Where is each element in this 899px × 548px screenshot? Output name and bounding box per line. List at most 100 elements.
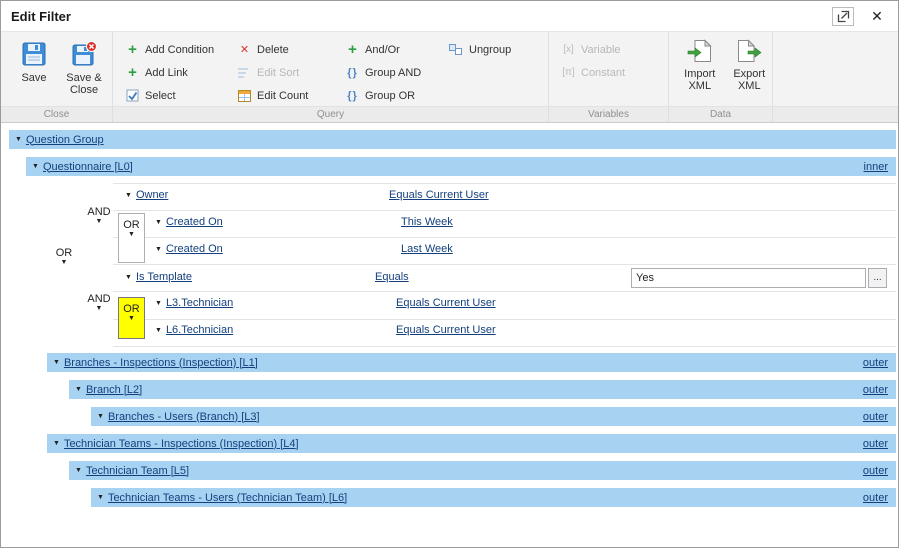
group1-operator-and[interactable]: AND ▼ (84, 206, 114, 226)
edit-count-button[interactable]: Edit Count (233, 86, 341, 105)
tree-node-link[interactable]: Technician Team [L5] (86, 465, 189, 477)
group-or-label: Group OR (365, 90, 415, 102)
condition-field-l3-technician[interactable]: ▼ L3.Technician (155, 297, 233, 309)
add-link-label: Add Link (145, 67, 188, 79)
delete-button[interactable]: ✕ Delete (233, 40, 341, 59)
group-label-query: Query (113, 106, 548, 122)
tree-row-branch-l2[interactable]: ▼ Branch [L2] outer (69, 380, 896, 399)
caret-down-icon: ▼ (96, 305, 103, 313)
condition-value-link[interactable]: Equals Current User (389, 189, 489, 201)
group2-inner-operator-or-selected[interactable]: OR ▼ (118, 297, 145, 339)
caret-down-icon[interactable]: ▼ (155, 327, 162, 334)
condition-operator-link[interactable]: Equals (375, 271, 409, 283)
tree-row-technician-teams-users-l6[interactable]: ▼ Technician Teams - Users (Technician T… (91, 488, 896, 507)
join-type-link[interactable]: inner (864, 161, 888, 173)
operator-label: OR (56, 247, 73, 259)
condition-field-link[interactable]: Owner (136, 189, 168, 201)
export-xml-button[interactable]: Export XML (727, 36, 773, 106)
condition-field-link[interactable]: Is Template (136, 271, 192, 283)
caret-down-icon[interactable]: ▼ (155, 246, 162, 253)
caret-down-icon[interactable]: ▼ (97, 494, 104, 501)
condition-value-link[interactable]: Equals Current User (396, 297, 496, 309)
export-xml-icon (736, 39, 762, 66)
caret-down-icon[interactable]: ▼ (97, 413, 104, 420)
condition-field-link[interactable]: L3.Technician (166, 297, 233, 309)
tree-row-branches-users-l3[interactable]: ▼ Branches - Users (Branch) [L3] outer (91, 407, 896, 426)
group1-inner-operator-or[interactable]: OR ▼ (118, 213, 145, 263)
condition-field-link[interactable]: Created On (166, 243, 223, 255)
add-condition-button[interactable]: + Add Condition (121, 40, 233, 59)
row-divider (113, 346, 896, 347)
save-button[interactable]: Save (11, 38, 57, 106)
ribbon: Save Save & Close (1, 31, 898, 123)
ribbon-group-variables: [x] Variable [π] Constant Variables (549, 32, 669, 122)
join-type-link[interactable]: outer (863, 492, 888, 504)
group-and-button[interactable]: {} Group AND (341, 63, 445, 82)
caret-down-icon[interactable]: ▼ (53, 359, 60, 366)
condition-field-link[interactable]: L6.Technician (166, 324, 233, 336)
caret-down-icon[interactable]: ▼ (75, 386, 82, 393)
condition-field-is-template[interactable]: ▼ Is Template (125, 271, 192, 283)
query-column-2: ✕ Delete Edit Sort (233, 40, 341, 106)
tree-node-link[interactable]: Branches - Inspections (Inspection) [L1] (64, 357, 258, 369)
tree-node-link[interactable]: Branches - Users (Branch) [L3] (108, 411, 260, 423)
condition-field-l6-technician[interactable]: ▼ L6.Technician (155, 324, 233, 336)
row-divider (113, 291, 896, 292)
tree-row-technician-teams-inspections-l4[interactable]: ▼ Technician Teams - Inspections (Inspec… (47, 434, 896, 453)
save-and-close-button[interactable]: Save & Close (61, 38, 107, 106)
tree-row-question-group[interactable]: ▼ Question Group (9, 130, 896, 149)
variable-button: [x] Variable (557, 40, 668, 59)
operator-label: OR (123, 219, 140, 231)
caret-down-icon[interactable]: ▼ (15, 136, 22, 143)
condition-value-link[interactable]: Equals Current User (396, 324, 496, 336)
tree-node-link[interactable]: Questionnaire [L0] (43, 161, 133, 173)
condition-field-link[interactable]: Created On (166, 216, 223, 228)
caret-down-icon[interactable]: ▼ (75, 467, 82, 474)
restore-icon (837, 10, 850, 23)
constant-icon: [π] (561, 67, 576, 78)
caret-down-icon[interactable]: ▼ (125, 274, 132, 281)
caret-down-icon[interactable]: ▼ (155, 219, 162, 226)
join-type-link[interactable]: outer (863, 438, 888, 450)
root-operator-or[interactable]: OR ▼ (49, 247, 79, 267)
tree-node-link[interactable]: Technician Teams - Users (Technician Tea… (108, 492, 347, 504)
caret-down-icon[interactable]: ▼ (32, 163, 39, 170)
import-xml-button[interactable]: Import XML (677, 36, 723, 106)
query-column-1: + Add Condition + Add Link (121, 40, 233, 106)
group-or-button[interactable]: {} Group OR (341, 86, 445, 105)
sort-icon (237, 67, 252, 79)
group2-operator-and[interactable]: AND ▼ (84, 293, 114, 313)
caret-down-icon: ▼ (61, 259, 68, 267)
join-type-link[interactable]: outer (863, 357, 888, 369)
condition-value-link[interactable]: Last Week (401, 243, 453, 255)
ungroup-button[interactable]: Ungroup (445, 40, 541, 59)
caret-down-icon[interactable]: ▼ (155, 300, 162, 307)
condition-field-created-on-1[interactable]: ▼ Created On (155, 216, 223, 228)
tree-row-branches-inspections-l1[interactable]: ▼ Branches - Inspections (Inspection) [L… (47, 353, 896, 372)
select-button[interactable]: Select (121, 86, 233, 105)
join-type-link[interactable]: outer (863, 411, 888, 423)
tree-row-questionnaire-l0[interactable]: ▼ Questionnaire [L0] inner (26, 157, 896, 176)
window-title: Edit Filter (11, 9, 832, 24)
maximize-restore-button[interactable] (832, 7, 854, 26)
join-type-link[interactable]: outer (863, 384, 888, 396)
more-options-button[interactable]: ... (868, 268, 887, 288)
tree-node-link[interactable]: Branch [L2] (86, 384, 142, 396)
tree-row-technician-team-l5[interactable]: ▼ Technician Team [L5] outer (69, 461, 896, 480)
caret-down-icon[interactable]: ▼ (53, 440, 60, 447)
join-type-link[interactable]: outer (863, 465, 888, 477)
close-button[interactable]: ✕ (866, 7, 888, 26)
caret-down-icon[interactable]: ▼ (125, 192, 132, 199)
save-and-close-icon (71, 41, 97, 70)
condition-value-link[interactable]: This Week (401, 216, 453, 228)
and-or-button[interactable]: + And/Or (341, 40, 445, 59)
ungroup-icon (449, 44, 464, 56)
condition-field-created-on-2[interactable]: ▼ Created On (155, 243, 223, 255)
is-template-value-input[interactable] (631, 268, 866, 288)
tree-node-link[interactable]: Technician Teams - Inspections (Inspecti… (64, 438, 299, 450)
tree-node-link[interactable]: Question Group (26, 134, 104, 146)
add-link-button[interactable]: + Add Link (121, 63, 233, 82)
ungroup-label: Ungroup (469, 44, 511, 56)
add-icon: + (125, 41, 140, 58)
condition-field-owner[interactable]: ▼ Owner (125, 189, 168, 201)
